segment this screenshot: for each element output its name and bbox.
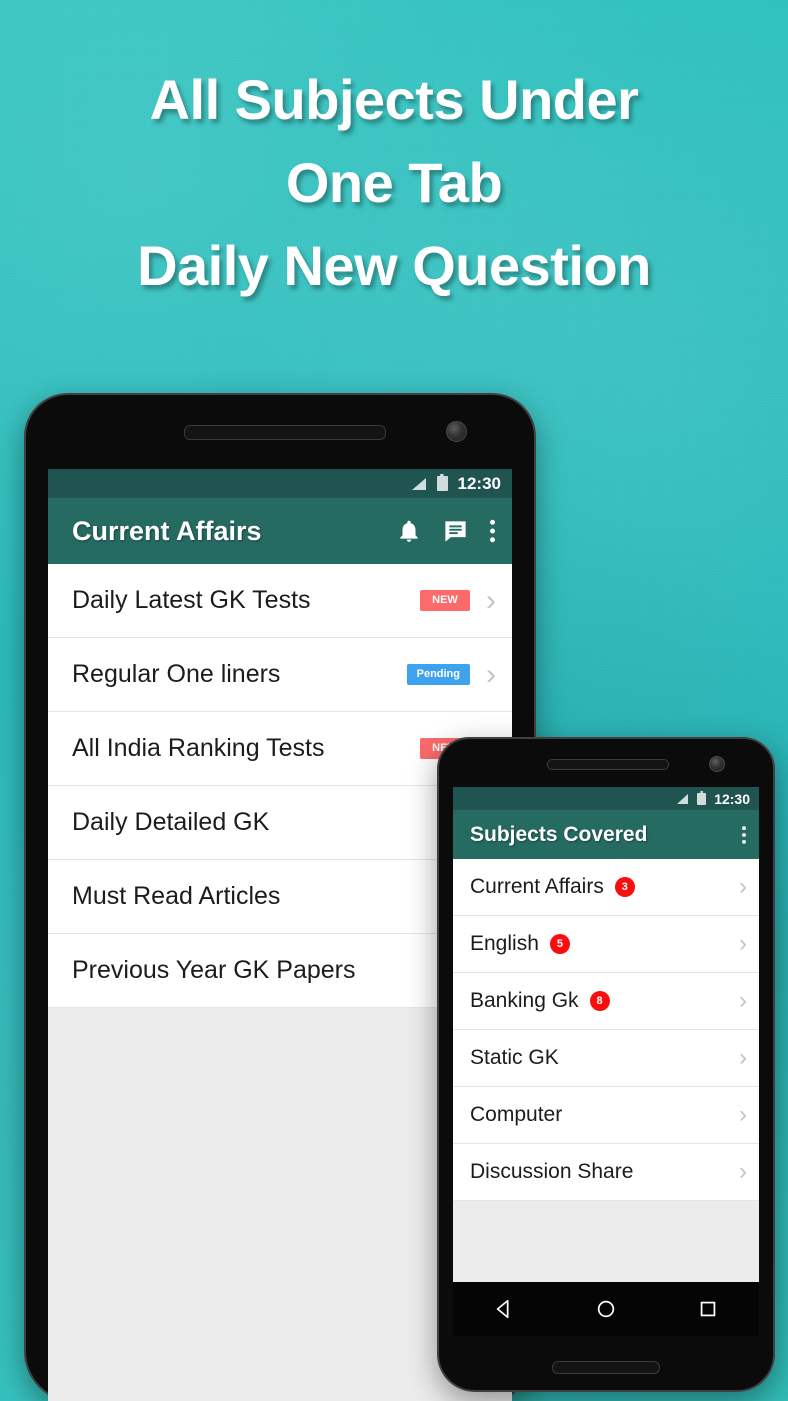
chevron-right-icon: › — [486, 583, 496, 617]
app-bar-title: Subjects Covered — [470, 822, 648, 846]
chevron-right-icon: › — [739, 1044, 747, 1071]
app-bar: Current Affairs — [48, 498, 512, 564]
phone-screen-secondary: 12:30 Subjects Covered Current Affairs 3 ›… — [453, 787, 759, 1336]
list-item-label: Must Read Articles — [72, 882, 281, 910]
android-navigation-bar — [453, 1282, 759, 1336]
chevron-right-icon: › — [739, 873, 747, 900]
signal-bars-icon — [677, 793, 689, 804]
earpiece-speaker-grille — [184, 425, 386, 440]
nav-recents-icon[interactable] — [697, 1298, 719, 1320]
list-item[interactable]: Static GK › — [453, 1030, 759, 1087]
battery-icon — [436, 476, 448, 491]
list-item[interactable]: Regular One liners Pending › — [48, 638, 512, 712]
status-bar: 12:30 — [48, 469, 512, 498]
list-item[interactable]: Daily Latest GK Tests NEW › — [48, 564, 512, 638]
list-item-label: All India Ranking Tests — [72, 734, 325, 762]
list-item-label: Banking Gk — [470, 989, 579, 1012]
nav-home-icon[interactable] — [595, 1298, 617, 1320]
list-item-label: Regular One liners — [72, 660, 281, 688]
status-bar-clock: 12:30 — [714, 790, 750, 807]
signal-bars-icon — [411, 477, 426, 490]
battery-icon — [697, 792, 707, 805]
chevron-right-icon: › — [739, 987, 747, 1014]
subject-list-secondary: Current Affairs 3 › English 5 › Banking Gk 8 › St… — [453, 859, 759, 1201]
phone-mockup-secondary: 12:30 Subjects Covered Current Affairs 3 ›… — [437, 737, 775, 1392]
list-item-label: Current Affairs — [470, 875, 604, 898]
empty-list-area — [453, 1201, 759, 1282]
bottom-speaker-grille — [552, 1361, 660, 1374]
chevron-right-icon: › — [486, 657, 496, 691]
overflow-menu-icon[interactable] — [489, 517, 496, 545]
status-bar: 12:30 — [453, 787, 759, 810]
list-item-label: Previous Year GK Papers — [72, 956, 356, 984]
chevron-right-icon: › — [739, 1101, 747, 1128]
app-bar-title: Current Affairs — [72, 515, 262, 546]
list-item[interactable]: Current Affairs 3 › — [453, 859, 759, 916]
notifications-bell-icon[interactable] — [396, 518, 422, 544]
status-bar-icons: 12:30 — [677, 791, 750, 807]
app-bar-actions — [729, 824, 747, 846]
count-badge: 5 — [549, 934, 570, 954]
count-badge: 3 — [614, 877, 635, 897]
nav-back-icon[interactable] — [493, 1298, 515, 1320]
list-item-label: Daily Detailed GK — [72, 808, 270, 836]
list-item-label: Daily Latest GK Tests — [72, 586, 311, 614]
list-item-label: Static GK — [470, 1046, 559, 1069]
status-bar-icons: 12:30 — [411, 473, 501, 494]
earpiece-speaker-grille — [547, 759, 669, 770]
list-item[interactable]: Computer › — [453, 1087, 759, 1144]
status-badge: Pending — [406, 664, 470, 685]
list-item[interactable]: Banking Gk 8 › — [453, 973, 759, 1030]
front-camera-icon — [446, 421, 467, 442]
front-camera-icon — [709, 756, 725, 772]
app-bar: Subjects Covered — [453, 810, 759, 859]
list-item-label: English — [470, 932, 539, 955]
chat-message-icon[interactable] — [442, 518, 469, 545]
status-bar-clock: 12:30 — [457, 473, 501, 493]
list-item[interactable]: English 5 › — [453, 916, 759, 973]
chevron-right-icon: › — [739, 930, 747, 957]
count-badge: 8 — [589, 991, 610, 1011]
chevron-right-icon: › — [739, 1158, 747, 1185]
list-item-label: Computer — [470, 1103, 563, 1126]
app-bar-actions — [376, 517, 496, 545]
list-item[interactable]: Discussion Share › — [453, 1144, 759, 1201]
overflow-menu-icon[interactable] — [741, 824, 747, 846]
list-item-label: Discussion Share — [470, 1160, 634, 1183]
status-badge: NEW — [420, 590, 470, 611]
promo-screenshot-stage: All Subjects Under One Tab Daily New Que… — [0, 0, 788, 1401]
